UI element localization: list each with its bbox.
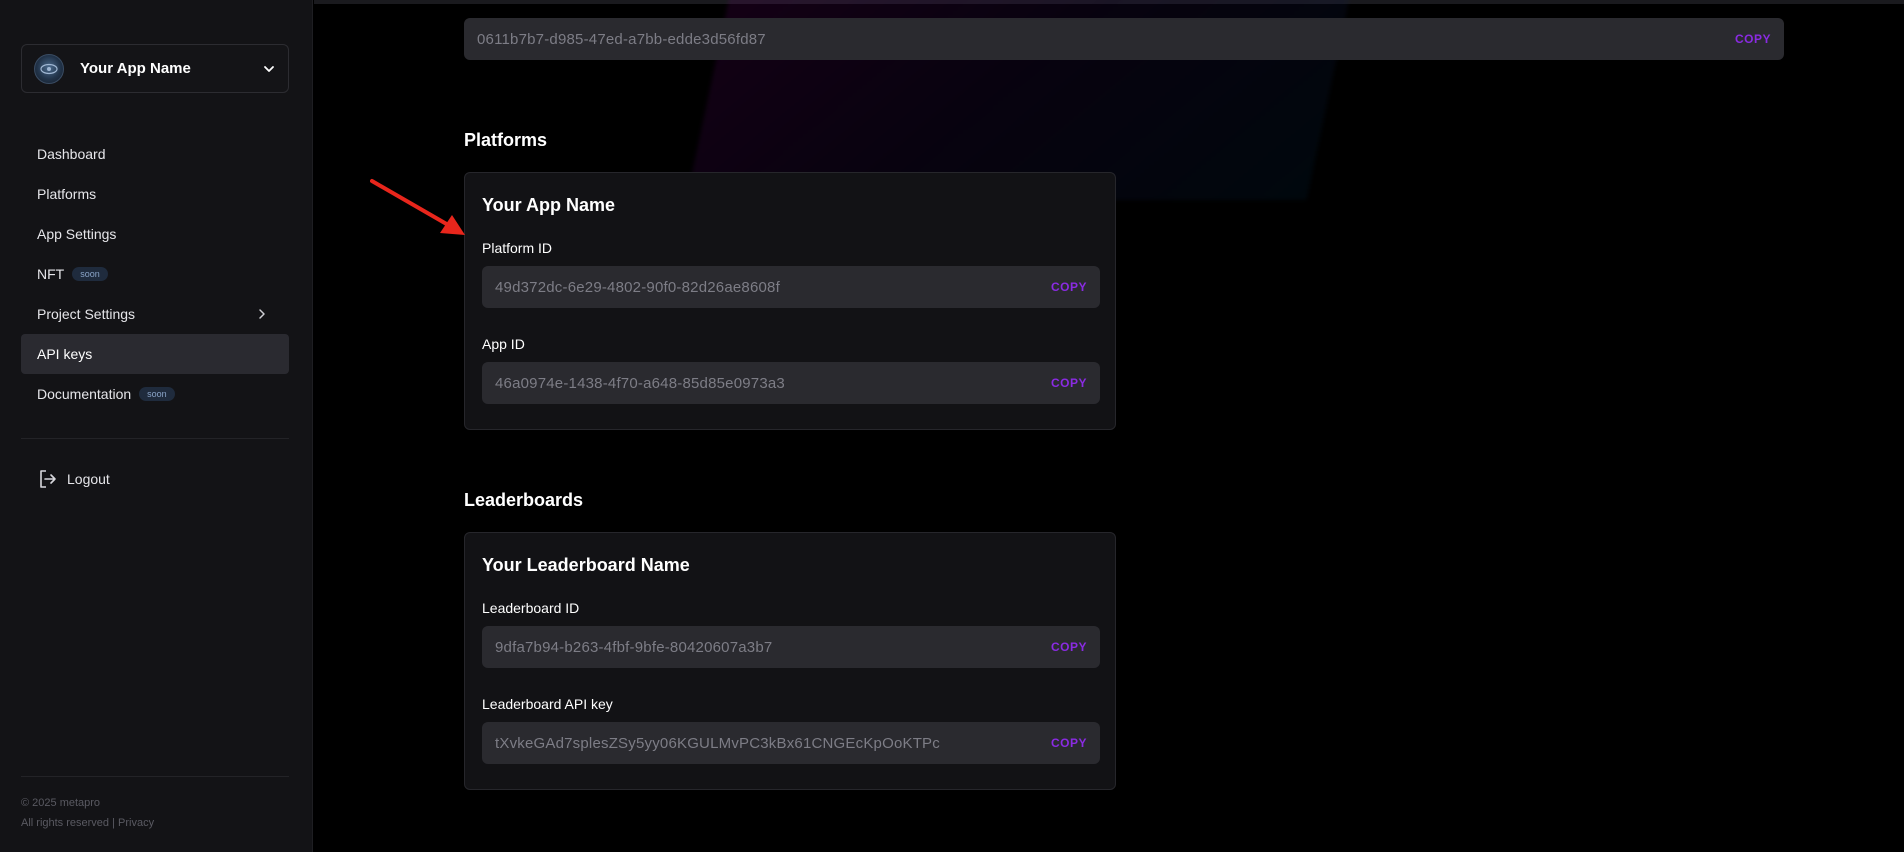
sidebar-item-app-settings[interactable]: App Settings (21, 214, 289, 254)
app-id-value[interactable]: 46a0974e-1438-4f70-a648-85d85e0973a3 (495, 375, 1051, 392)
leaderboard-id-field[interactable]: 9dfa7b94-b263-4fbf-9bfe-80420607a3b7 COP… (482, 626, 1100, 668)
copy-button[interactable]: COPY (1735, 32, 1771, 46)
soon-badge: soon (72, 267, 108, 281)
top-key-field[interactable]: 0611b7b7-d985-47ed-a7bb-edde3d56fd87 COP… (464, 18, 1784, 60)
copy-leaderboard-api-key-button[interactable]: COPY (1051, 736, 1087, 750)
app-logo-icon (40, 63, 58, 74)
sidebar-item-documentation[interactable]: Documentation soon (21, 374, 289, 414)
sidebar-item-api-keys[interactable]: API keys (21, 334, 289, 374)
platform-card: Your App Name Platform ID 49d372dc-6e29-… (464, 172, 1116, 430)
sidebar-nav: Dashboard Platforms App Settings NFT soo… (21, 134, 289, 414)
leaderboard-id-value[interactable]: 9dfa7b94-b263-4fbf-9bfe-80420607a3b7 (495, 639, 1051, 656)
platform-id-field[interactable]: 49d372dc-6e29-4802-90f0-82d26ae8608f COP… (482, 266, 1100, 308)
leaderboard-card-title: Your Leaderboard Name (482, 555, 690, 575)
sidebar-item-platforms[interactable]: Platforms (21, 174, 289, 214)
copy-leaderboard-id-button[interactable]: COPY (1051, 640, 1087, 654)
top-key-value[interactable]: 0611b7b7-d985-47ed-a7bb-edde3d56fd87 (477, 31, 1735, 48)
sidebar: Your App Name Dashboard Platforms App Se… (0, 0, 313, 852)
platform-id-value[interactable]: 49d372dc-6e29-4802-90f0-82d26ae8608f (495, 279, 1051, 296)
sidebar-footer-divider (21, 776, 289, 777)
platforms-section-title: Platforms (464, 130, 548, 150)
leaderboard-api-key-field[interactable]: tXvkeGAd7splesZSy5yy06KGULMvPC3kBx61CNGE… (482, 722, 1100, 764)
sidebar-item-label: API keys (37, 346, 93, 362)
sidebar-item-label: Platforms (37, 186, 97, 202)
sidebar-item-dashboard[interactable]: Dashboard (21, 134, 289, 174)
chevron-down-icon (264, 65, 274, 72)
app-avatar (34, 53, 64, 84)
app-name: Your App Name (80, 60, 191, 77)
app-id-label: App ID (482, 336, 525, 352)
sidebar-footer: © 2025 metapro All rights reserved | Pri… (21, 793, 154, 833)
soon-badge: soon (139, 387, 175, 401)
sidebar-item-nft[interactable]: NFT soon (21, 254, 289, 294)
logout-label: Logout (67, 471, 110, 487)
annotation-arrow-icon (370, 179, 465, 235)
sidebar-item-label: Project Settings (37, 306, 136, 322)
logout-icon (40, 470, 56, 488)
platform-card-title: Your App Name (482, 195, 616, 215)
rights-privacy-text[interactable]: All rights reserved | Privacy (21, 813, 154, 833)
sidebar-item-label: App Settings (37, 226, 117, 242)
app-id-field[interactable]: 46a0974e-1438-4f70-a648-85d85e0973a3 COP… (482, 362, 1100, 404)
platform-id-label: Platform ID (482, 240, 553, 256)
sidebar-item-label: Documentation (37, 386, 132, 402)
copyright-text: © 2025 metapro (21, 797, 101, 809)
leaderboard-api-key-value[interactable]: tXvkeGAd7splesZSy5yy06KGULMvPC3kBx61CNGE… (495, 735, 1051, 752)
app-selector[interactable]: Your App Name (21, 44, 289, 93)
leaderboard-card: Your Leaderboard Name Leaderboard ID 9df… (464, 532, 1116, 790)
chevron-right-icon (259, 309, 265, 319)
sidebar-item-project-settings[interactable]: Project Settings (21, 294, 289, 334)
copy-app-id-button[interactable]: COPY (1051, 376, 1087, 390)
leaderboard-api-key-label: Leaderboard API key (482, 696, 613, 712)
sidebar-divider (21, 438, 289, 439)
main-content: 0611b7b7-d985-47ed-a7bb-edde3d56fd87 COP… (314, 0, 1904, 852)
leaderboards-section-title: Leaderboards (464, 490, 584, 510)
copy-platform-id-button[interactable]: COPY (1051, 280, 1087, 294)
leaderboard-id-label: Leaderboard ID (482, 600, 580, 616)
logout-button[interactable]: Logout (37, 466, 110, 492)
sidebar-item-label: NFT (37, 266, 65, 282)
sidebar-item-label: Dashboard (37, 146, 106, 162)
